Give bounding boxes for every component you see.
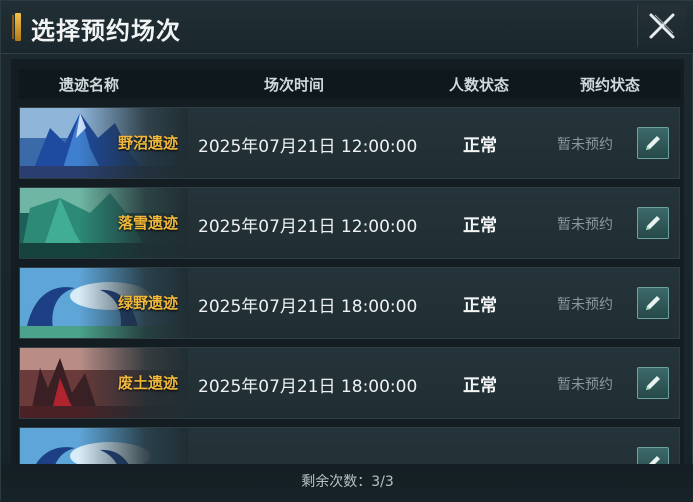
ruin-name: 绿野遗迹 bbox=[118, 294, 179, 312]
people-status: 正常 bbox=[463, 216, 497, 236]
table-header: 遗迹名称 场次时间 人数状态 预约状态 bbox=[19, 69, 681, 99]
header-name: 遗迹名称 bbox=[58, 76, 119, 94]
title-bar: 选择预约场次 bbox=[1, 1, 693, 54]
session-time: 2025年07月21日 18:00:00 bbox=[198, 377, 418, 397]
people-status: 正常 bbox=[463, 376, 497, 396]
session-row[interactable]: 落雪遗迹 2025年07月21日 12:00:00 正常 暂未预约 bbox=[19, 187, 680, 259]
header-time: 场次时间 bbox=[263, 76, 324, 94]
session-row[interactable]: 野沼遗迹 2025年07月21日 12:00:00 正常 暂未预约 bbox=[19, 107, 680, 179]
session-row[interactable]: 废土遗迹 2025年07月21日 18:00:00 正常 暂未预约 bbox=[19, 347, 680, 419]
title-accent-bar bbox=[12, 13, 21, 41]
header-reservation: 预约状态 bbox=[579, 76, 640, 94]
pencil-icon bbox=[646, 216, 660, 230]
session-list-panel: 遗迹名称 场次时间 人数状态 预约状态 野沼遗迹 2025年07月21日 12:… bbox=[11, 59, 684, 464]
reserve-button[interactable] bbox=[637, 367, 669, 399]
footer-bar: 剩余次数：3/3 bbox=[1, 464, 693, 502]
close-button[interactable] bbox=[637, 5, 686, 47]
session-row[interactable]: 绿野遗迹 2025年07月21日 18:00:00 正常 暂未预约 bbox=[19, 267, 680, 339]
reservation-dialog: 选择预约场次 遗迹名称 场次时间 人数状态 预约状态 野沼遗迹 2025年07月… bbox=[0, 0, 693, 502]
pencil-icon bbox=[646, 296, 660, 310]
session-row[interactable] bbox=[19, 427, 680, 464]
ruin-name: 落雪遗迹 bbox=[118, 214, 179, 232]
ruin-name: 废土遗迹 bbox=[118, 374, 179, 392]
session-time: 2025年07月21日 12:00:00 bbox=[198, 137, 418, 157]
ruin-name: 野沼遗迹 bbox=[118, 134, 179, 152]
reserve-button[interactable] bbox=[637, 127, 669, 159]
ruin-thumbnail bbox=[20, 428, 188, 464]
pencil-icon bbox=[649, 456, 660, 464]
close-icon bbox=[649, 13, 675, 39]
pencil-icon bbox=[646, 376, 660, 390]
reservation-status: 暂未预约 bbox=[557, 137, 613, 153]
reserve-button[interactable] bbox=[637, 447, 669, 464]
reserve-button[interactable] bbox=[637, 287, 669, 319]
session-time: 2025年07月21日 12:00:00 bbox=[198, 217, 418, 237]
people-status: 正常 bbox=[463, 296, 497, 316]
dialog-title: 选择预约场次 bbox=[31, 16, 181, 45]
remaining-count: 剩余次数：3/3 bbox=[301, 474, 394, 490]
people-status: 正常 bbox=[463, 136, 497, 156]
session-time: 2025年07月21日 18:00:00 bbox=[198, 297, 418, 317]
reservation-status: 暂未预约 bbox=[557, 377, 613, 393]
reservation-status: 暂未预约 bbox=[557, 217, 613, 233]
reserve-button[interactable] bbox=[637, 207, 669, 239]
reservation-status: 暂未预约 bbox=[557, 297, 613, 313]
pencil-icon bbox=[646, 136, 660, 150]
header-people: 人数状态 bbox=[448, 76, 509, 94]
